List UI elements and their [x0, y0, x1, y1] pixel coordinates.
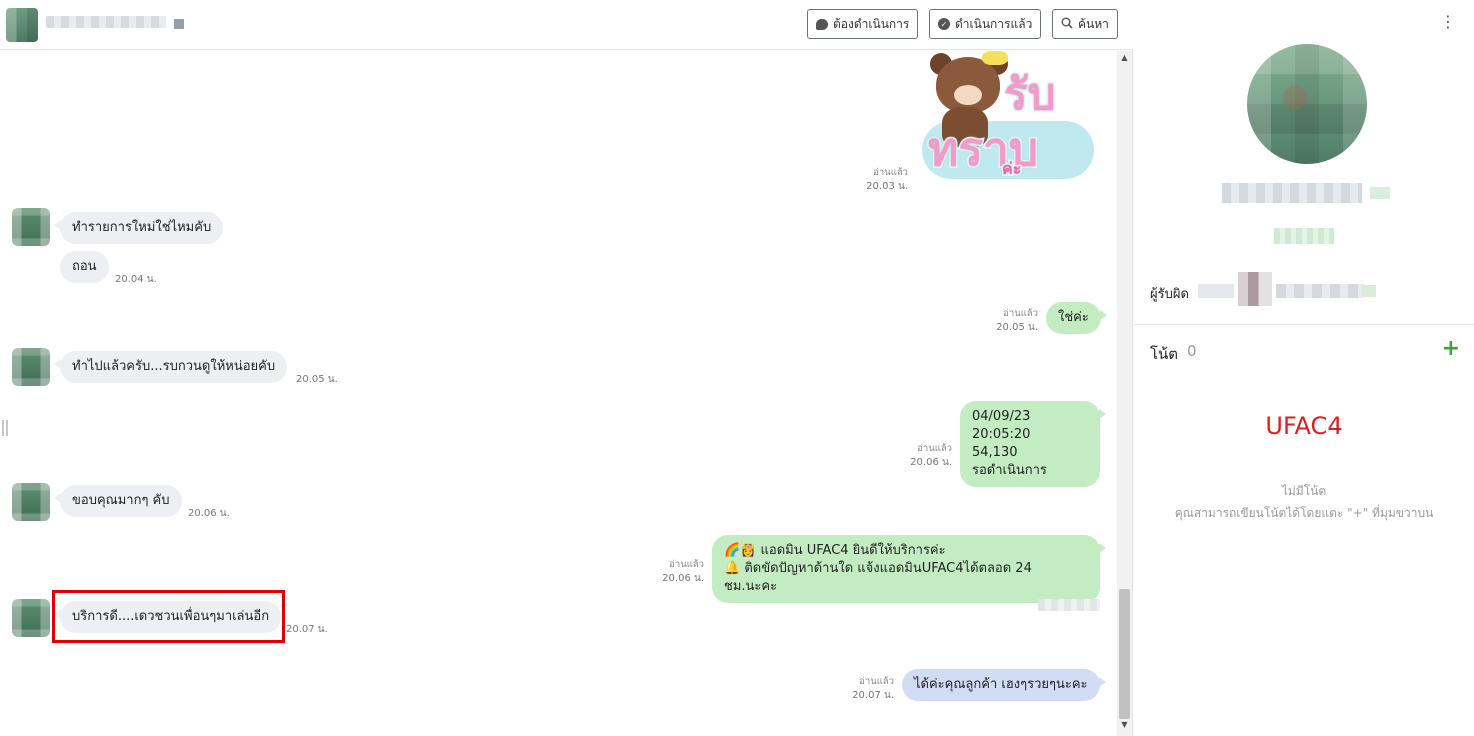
message-time: 20.06 น. [662, 573, 704, 584]
incoming-message[interactable]: ทำไปแล้วครับ...รบกวนดูให้หน่อยคับ [53, 351, 288, 383]
message-time: 20.05 น. [296, 374, 338, 385]
message-time: 20.06 น. [910, 457, 952, 468]
bot-label-redacted [1038, 599, 1100, 611]
contact-avatar[interactable] [6, 8, 38, 42]
message-line: รอดำเนินการ [972, 463, 1047, 478]
message-line: 54,130 [972, 445, 1018, 460]
incoming-message[interactable]: ขอบคุณมากๆ คับ [54, 485, 182, 517]
message-time: 20.03 น. [866, 181, 908, 192]
owner-name-redacted[interactable] [1276, 284, 1364, 298]
scroll-up-arrow-icon[interactable]: ▲ [1117, 53, 1132, 65]
search-icon [1061, 17, 1073, 31]
owner-label: ผู้รับผิด [1150, 287, 1189, 302]
search-button[interactable]: ค้นหา [1052, 9, 1118, 39]
profile-name-badge [1370, 187, 1390, 199]
sticker-image: รับ ทราบ ค่ะ [916, 51, 1100, 191]
add-note-plus-icon[interactable]: + [1442, 338, 1460, 360]
profile-avatar [1247, 44, 1367, 164]
message-time: 20.05 น. [996, 322, 1038, 333]
message-list[interactable]: รับ ทราบ ค่ะ อ่านแล้ว 20.03 น. ทำรายการใ… [0, 51, 1118, 736]
message-time: 20.04 น. [115, 274, 157, 285]
search-button-label: ค้นหา [1078, 16, 1109, 31]
message-text: แอดมิน UFAC4 ยินดีให้บริการค่ะ [760, 543, 946, 558]
check-circle-icon: ✓ [938, 18, 950, 30]
message-meta: อ่านแล้ว 20.07 น. [832, 675, 894, 703]
message-meta: อ่านแล้ว 20.05 น. [978, 307, 1038, 335]
profile-subtitle-redacted [1274, 228, 1334, 244]
read-receipt: อ่านแล้ว [1003, 308, 1038, 319]
message-time: 20.07 น. [852, 690, 894, 701]
notes-empty-text: ไม่มีโน้ต [1281, 484, 1327, 498]
customer-avatar[interactable] [12, 483, 50, 521]
bot-message[interactable]: ได้ค่ะคุณลูกค้า เฮงๆรวยๆนะคะ [902, 669, 1106, 701]
sticker-word-3: ค่ะ [1000, 158, 1022, 180]
chat-header: ต้องดำเนินการ ✓ ดำเนินการแล้ว ค้นหา [0, 0, 1133, 50]
owner-avatar[interactable] [1238, 272, 1272, 306]
more-options-icon[interactable]: ⋮ [1440, 14, 1456, 30]
resize-handle[interactable] [2, 420, 8, 436]
sticker-meta: อ่านแล้ว 20.03 น. [846, 166, 908, 194]
todo-button[interactable]: ต้องดำเนินการ [807, 9, 919, 39]
scroll-down-arrow-icon[interactable]: ▼ [1117, 720, 1132, 732]
customer-avatar[interactable] [12, 208, 50, 246]
message-line: 04/09/23 20:05:20 [972, 409, 1031, 442]
message-line: 🔔 ติดขัดปัญหาด้านใด แจ้งแอดมินUFAC4ได้ตล… [724, 560, 1088, 596]
message-time: 20.06 น. [188, 508, 230, 519]
tag-label: UFAC4 [1265, 412, 1343, 440]
outgoing-message[interactable]: 🌈👸 แอดมิน UFAC4 ยินดีให้บริการค่ะ 🔔 ติดข… [712, 535, 1106, 603]
sticker-word-2: ทราบ [926, 121, 1039, 178]
bear-muzzle [954, 85, 982, 105]
incoming-message[interactable]: ถอน [60, 251, 109, 283]
todo-button-label: ต้องดำเนินการ [833, 16, 910, 31]
contact-name-redacted [46, 16, 166, 28]
sticker-message[interactable]: รับ ทราบ ค่ะ [916, 51, 1100, 191]
bell-emoji: 🔔 [724, 561, 741, 576]
read-receipt: อ่านแล้ว [859, 676, 894, 687]
incoming-message[interactable]: ทำรายการใหม่ใช่ไหมคับ [53, 212, 224, 244]
chat-pane: ต้องดำเนินการ ✓ ดำเนินการแล้ว ค้นหา รับ … [0, 0, 1133, 736]
read-receipt: อ่านแล้ว [917, 443, 952, 454]
customer-avatar[interactable] [12, 348, 50, 386]
customer-avatar[interactable] [12, 599, 50, 637]
highlight-box [52, 590, 285, 643]
read-receipt: อ่านแล้ว [669, 559, 704, 570]
message-text: ติดขัดปัญหาด้านใด แจ้งแอดมินUFAC4ได้ตลอด… [724, 561, 1032, 594]
chat-app: ต้องดำเนินการ ✓ ดำเนินการแล้ว ค้นหา รับ … [0, 0, 1474, 736]
outgoing-message[interactable]: ใช่ค่ะ [1046, 302, 1107, 334]
rainbow-princess-emoji: 🌈👸 [724, 543, 757, 558]
contact-badge [174, 19, 184, 29]
done-button[interactable]: ✓ ดำเนินการแล้ว [929, 9, 1042, 39]
done-button-label: ดำเนินการแล้ว [955, 16, 1033, 31]
divider [1134, 324, 1474, 325]
scrollbar[interactable]: ▲ ▼ [1117, 51, 1132, 736]
scroll-thumb[interactable] [1119, 589, 1130, 719]
message-time: 20.07 น. [286, 624, 328, 635]
read-receipt: อ่านแล้ว [873, 167, 908, 178]
chat-bubble-icon [816, 18, 828, 30]
notes-count: 0 [1187, 342, 1197, 360]
owner-label-redacted [1198, 284, 1234, 298]
notes-title: โน้ต [1150, 345, 1179, 363]
contact-panel: ⋮ ผู้รับผิด โน้ต 0 + UFAC4 ไม่มีโน้ต คุณ… [1134, 0, 1474, 736]
message-meta: อ่านแล้ว 20.06 น. [890, 442, 952, 470]
owner-badge [1362, 285, 1376, 297]
notes-hint-text: คุณสามารถเขียนโน้ตได้โดยแตะ "+" ที่มุมขว… [1174, 506, 1434, 520]
profile-name-redacted [1222, 183, 1362, 203]
message-meta: อ่านแล้ว 20.06 น. [640, 558, 704, 586]
message-line: 🌈👸 แอดมิน UFAC4 ยินดีให้บริการค่ะ [724, 542, 1088, 560]
outgoing-message[interactable]: 04/09/23 20:05:20 54,130 รอดำเนินการ [960, 401, 1106, 487]
